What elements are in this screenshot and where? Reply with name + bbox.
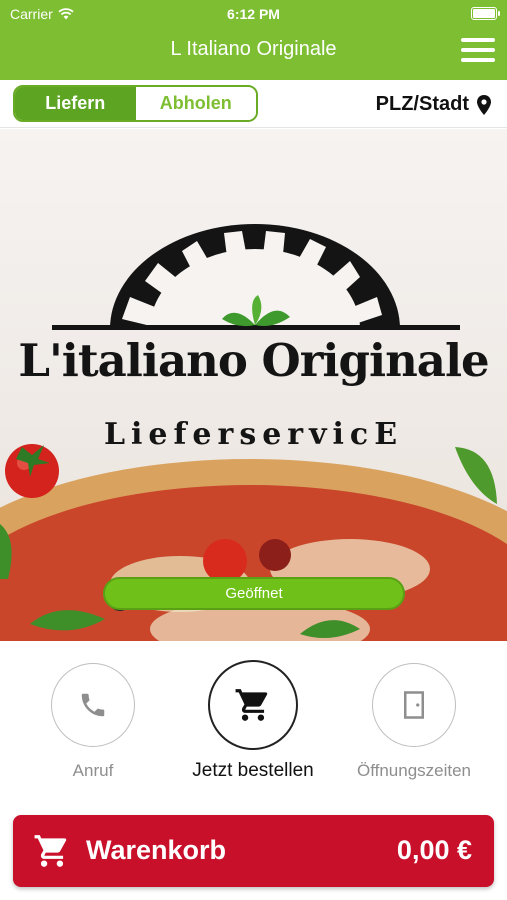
hero-banner: L'italiano Originale LieferservicE Geöff… [0, 129, 507, 641]
delivery-mode-toggle: Liefern Abholen [13, 85, 258, 122]
order-now-label: Jetzt bestellen [192, 760, 314, 781]
open-status-badge: Geöffnet [103, 577, 405, 610]
cart-icon [34, 835, 67, 867]
tab-abholen[interactable]: Abholen [135, 87, 256, 120]
cart-icon [235, 689, 268, 721]
app-header: Carrier 6:12 PM L Italiano Originale [0, 0, 507, 80]
tomato-image [5, 444, 59, 498]
page-title: L Italiano Originale [170, 38, 337, 60]
opening-hours-button[interactable]: Öffnungszeiten [329, 663, 499, 781]
pizza-image [0, 459, 507, 641]
call-button-circle[interactable] [51, 663, 135, 747]
order-now-button[interactable]: Jetzt bestellen [168, 660, 338, 782]
order-now-circle[interactable] [208, 660, 298, 750]
location-label: PLZ/Stadt [375, 93, 469, 115]
status-time: 6:12 PM [227, 6, 280, 22]
opening-hours-label: Öffnungszeiten [356, 761, 472, 780]
logo-title: L'italiano Originale [18, 334, 489, 387]
tab-liefern[interactable]: Liefern [15, 87, 136, 120]
mode-bar: Liefern Abholen PLZ/Stadt [0, 80, 507, 128]
logo-subtitle: LieferservicE [103, 417, 404, 452]
hamburger-menu-icon[interactable] [461, 38, 495, 62]
cart-button[interactable]: Warenkorb 0,00 € [13, 815, 494, 887]
opening-hours-circle[interactable] [372, 663, 456, 747]
cart-label: Warenkorb [86, 835, 227, 865]
call-label: Anruf [72, 761, 114, 780]
call-button[interactable]: Anruf [8, 663, 178, 781]
oven-arch-logo [52, 224, 460, 330]
location-selector[interactable]: PLZ/Stadt [376, 93, 491, 116]
battery-icon [471, 7, 500, 20]
action-buttons: Anruf Jetzt bestellen Öffnungszeiten [0, 641, 507, 811]
status-bar: Carrier 6:12 PM [0, 0, 507, 28]
door-icon [404, 691, 424, 719]
cart-total: 0,00 € [396, 835, 472, 865]
phone-icon [81, 693, 105, 717]
map-pin-icon [477, 94, 491, 115]
